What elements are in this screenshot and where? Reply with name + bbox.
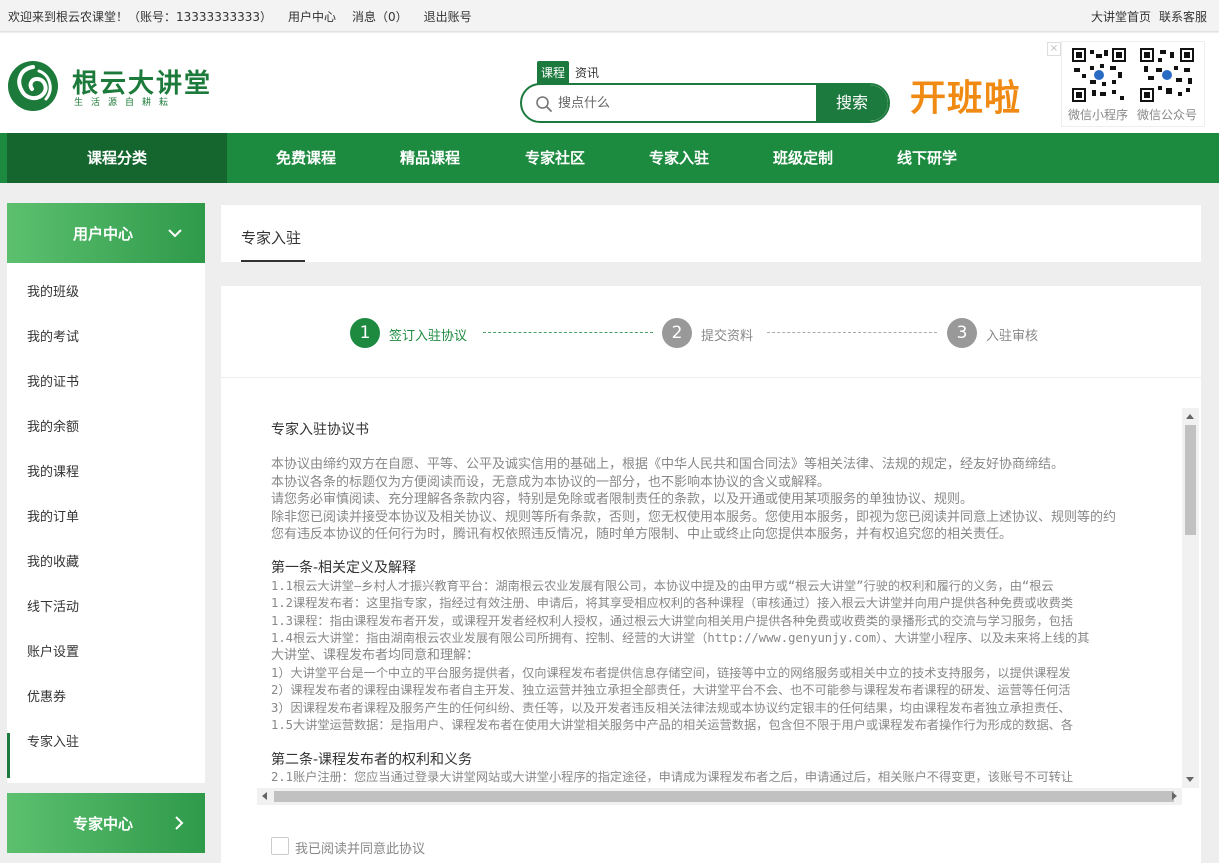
title-underline [241, 260, 305, 262]
account-text: （账号：13333333333） [128, 10, 272, 24]
nav-item-premium-courses[interactable]: 精品课程 [400, 133, 460, 183]
user-center-link[interactable]: 用户中心 [288, 8, 336, 25]
search-input[interactable] [558, 85, 818, 121]
step-indicator: 1 签订入驻协议 2 提交资料 3 入驻审核 [221, 286, 1201, 378]
agreement-paragraph: 您有违反本协议的任何行为时，腾讯有权依照违反情况，随时单方限制、中止或终止向您提… [271, 527, 1013, 543]
step-1-number: 1 [350, 318, 380, 348]
section-1-line: 1）大讲堂平台是一个中立的平台服务提供者，仅向课程发布者提供信息存储空间，链接等… [271, 665, 1071, 680]
messages-link[interactable]: 消息（0） [352, 8, 408, 25]
main-nav: 课程分类 免费课程 精品课程 专家社区 专家入驻 班级定制 线下研学 [0, 133, 1219, 183]
step-connector [767, 332, 937, 333]
scroll-right-arrow-icon[interactable] [1172, 792, 1177, 800]
sidebar-item-my-certificates[interactable]: 我的证书 [7, 373, 205, 418]
section-1-line: 大讲堂、课程发布者均同意和理解： [271, 648, 480, 664]
agreement-title: 专家入驻协议书 [271, 422, 369, 438]
search-tab-course[interactable]: 课程 [537, 61, 570, 84]
welcome-text: 欢迎来到根云农课堂！ [8, 10, 129, 24]
section-1-line: 2）课程发布者的课程由课程发布者自主开发、独立运营并独立承担全部责任，大讲堂平台… [271, 683, 1071, 698]
nav-item-expert-community[interactable]: 专家社区 [525, 133, 585, 183]
step-1-label: 签订入驻协议 [389, 329, 468, 344]
nav-item-expert-join[interactable]: 专家入驻 [649, 133, 709, 183]
sidebar-item-my-courses[interactable]: 我的课程 [7, 463, 205, 508]
sidebar-item-my-orders[interactable]: 我的订单 [7, 508, 205, 553]
sidebar-header-user-center[interactable]: 用户中心 [7, 203, 205, 263]
logo-icon [8, 61, 58, 111]
sidebar-item-offline-events[interactable]: 线下活动 [7, 598, 205, 643]
sidebar-footer-expert-center[interactable]: 专家中心 [7, 793, 205, 853]
sidebar-header-label: 用户中心 [73, 225, 134, 243]
logout-link[interactable]: 退出账号 [424, 8, 472, 25]
breadcrumb: 专家入驻 [221, 205, 1201, 262]
step-2-label: 提交资料 [701, 329, 754, 344]
sidebar-item-coupons[interactable]: 优惠券 [7, 688, 205, 733]
section-1-line: 3）因课程发布者课程及服务产生的任何纠纷、责任等，以及开发者违反相关法律法规或本… [271, 700, 1071, 715]
nav-item-free-courses[interactable]: 免费课程 [276, 133, 336, 183]
chevron-down-icon [168, 229, 182, 238]
search-tabs: 课程 资讯 [537, 61, 601, 84]
qr-label-official-account: 微信公众号 [1137, 108, 1198, 122]
sidebar-item-account-settings[interactable]: 账户设置 [7, 643, 205, 688]
contact-link[interactable]: 联系客服 [1159, 8, 1207, 25]
section-1-title: 第一条-相关定义及解释 [271, 560, 417, 577]
nav-course-category[interactable]: 课程分类 [7, 133, 227, 183]
top-bar: 欢迎来到根云农课堂！ （账号：13333333333） 用户中心 消息（0） 退… [0, 0, 1219, 32]
home-link[interactable]: 大讲堂首页 [1091, 8, 1151, 25]
agreement-paragraph: 本协议由缔约双方在自愿、平等、公平及诚实信用的基础上，根据《中华人民共和国合同法… [271, 457, 1065, 473]
agreement-scroll-area[interactable]: 专家入驻协议书 本协议由缔约双方在自愿、平等、公平及诚实信用的基础上，根据《中华… [257, 408, 1199, 806]
agree-checkbox[interactable] [271, 837, 289, 855]
qr-code-icon [1072, 48, 1126, 102]
search-tab-news[interactable]: 资讯 [573, 61, 601, 84]
horizontal-scrollbar[interactable] [257, 788, 1182, 805]
sidebar-item-my-balance[interactable]: 我的余额 [7, 418, 205, 463]
sidebar-item-my-exams[interactable]: 我的考试 [7, 328, 205, 373]
agree-label: 我已阅读并同意此协议 [295, 842, 426, 857]
nav-item-offline-study[interactable]: 线下研学 [897, 133, 957, 183]
search-box: 搜索 [520, 83, 890, 123]
scroll-down-arrow-icon[interactable] [1186, 777, 1194, 782]
qr-code-icon [1140, 48, 1194, 102]
section-1-line: 1.5大讲堂运营数据：是指用户、课程发布者在使用大讲堂相关服务中产品的相关运营数… [271, 718, 1074, 733]
qr-close-button[interactable]: × [1047, 42, 1061, 56]
sidebar-item-my-class[interactable]: 我的班级 [7, 283, 205, 328]
logo-slogan: 生活源自耕耘 [74, 98, 177, 108]
scroll-left-arrow-icon[interactable] [262, 792, 267, 800]
section-1-line: 1.1根云大讲堂—乡村人才振兴教育平台：湖南根云农业发展有限公司，本协议中提及的… [271, 578, 1054, 593]
agreement-paragraph: 请您务必审慎阅读、充分理解各条款内容，特别是免除或者限制责任的条款，以及开通或使… [271, 492, 974, 508]
search-icon [536, 96, 552, 112]
step-3-number: 3 [947, 318, 977, 348]
promo-banner[interactable]: 开班啦 [910, 69, 1021, 121]
sidebar-item-my-favorites[interactable]: 我的收藏 [7, 553, 205, 598]
nav-item-class-custom[interactable]: 班级定制 [773, 133, 833, 183]
section-2-title: 第二条-课程发布者的权利和义务 [271, 751, 473, 768]
header: 根云大讲堂 生活源自耕耘 课程 资讯 搜索 开班啦 × [0, 33, 1219, 133]
agreement-paragraph: 除非您已阅读并接受本协议及相关协议、规则等所有条款，否则，您无权使用本服务。您使… [271, 509, 1117, 525]
qr-panel: × 微信小程序 微信公众号 [1047, 41, 1205, 127]
site-logo[interactable]: 根云大讲堂 生活源自耕耘 [6, 59, 210, 113]
step-2-number: 2 [662, 318, 692, 348]
sidebar-item-expert-join[interactable]: 专家入驻 [7, 733, 205, 778]
scroll-up-arrow-icon[interactable] [1186, 414, 1194, 419]
sidebar-footer-label: 专家中心 [73, 815, 134, 833]
horizontal-scroll-thumb[interactable] [274, 791, 1174, 802]
search-button[interactable]: 搜索 [816, 85, 888, 121]
sidebar-menu: 我的班级 我的考试 我的证书 我的余额 我的课程 我的订单 我的收藏 线下活动 … [7, 263, 205, 783]
main-panel: 1 签订入驻协议 2 提交资料 3 入驻审核 专家入驻协议书 本协议由缔约双方在… [221, 286, 1201, 863]
section-1-line: 1.2课程发布者：这里指专家，指经过有效注册、申请后，将其享受相应权利的各种课程… [271, 596, 1074, 611]
section-1-line: 1.3课程：指由课程发布者开发，或课程开发者经权利人授权，通过根云大讲堂向相关用… [271, 613, 1074, 628]
page-title: 专家入驻 [241, 229, 302, 247]
section-1-line: 1.4根云大讲堂：指由湖南根云农业发展有限公司所拥有、控制、经营的大讲堂（htt… [271, 631, 1090, 646]
vertical-scroll-thumb[interactable] [1185, 425, 1196, 535]
agreement-paragraph: 本协议各条的标题仅为方便阅读而设，无意成为本协议的一部分，也不影响本协议的含义或… [271, 474, 831, 490]
qr-label-miniprogram: 微信小程序 [1068, 108, 1129, 122]
section-2-line: 2.1账户注册：您应当通过登录大讲堂网站或大讲堂小程序的指定途径，申请成为课程发… [271, 769, 1074, 784]
step-connector [483, 332, 653, 333]
chevron-right-icon [175, 816, 184, 830]
agreement-document: 专家入驻协议书 本协议由缔约双方在自愿、平等、公平及诚实信用的基础上，根据《中华… [271, 422, 1199, 786]
vertical-scrollbar[interactable] [1182, 408, 1199, 788]
step-3-label: 入驻审核 [986, 329, 1039, 344]
